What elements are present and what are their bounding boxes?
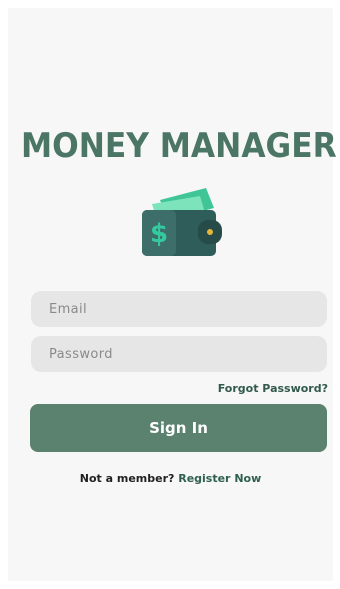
wallet-dollar-icon: $ bbox=[130, 186, 226, 262]
svg-text:$: $ bbox=[150, 219, 168, 249]
register-prompt: Not a member? bbox=[79, 472, 179, 485]
forgot-password-link[interactable]: Forgot Password? bbox=[218, 382, 328, 395]
register-now-link[interactable]: Register Now bbox=[178, 472, 261, 485]
password-field[interactable] bbox=[31, 336, 327, 372]
sign-in-button[interactable]: Sign In bbox=[30, 404, 327, 452]
login-screen: MONEY MANAGER $ Forgot Password? Sign In… bbox=[8, 8, 337, 581]
email-field[interactable] bbox=[31, 291, 327, 327]
register-row: Not a member? Register Now bbox=[8, 472, 333, 485]
app-title: MONEY MANAGER bbox=[21, 126, 337, 166]
password-input[interactable] bbox=[47, 345, 311, 363]
email-input[interactable] bbox=[47, 300, 311, 318]
